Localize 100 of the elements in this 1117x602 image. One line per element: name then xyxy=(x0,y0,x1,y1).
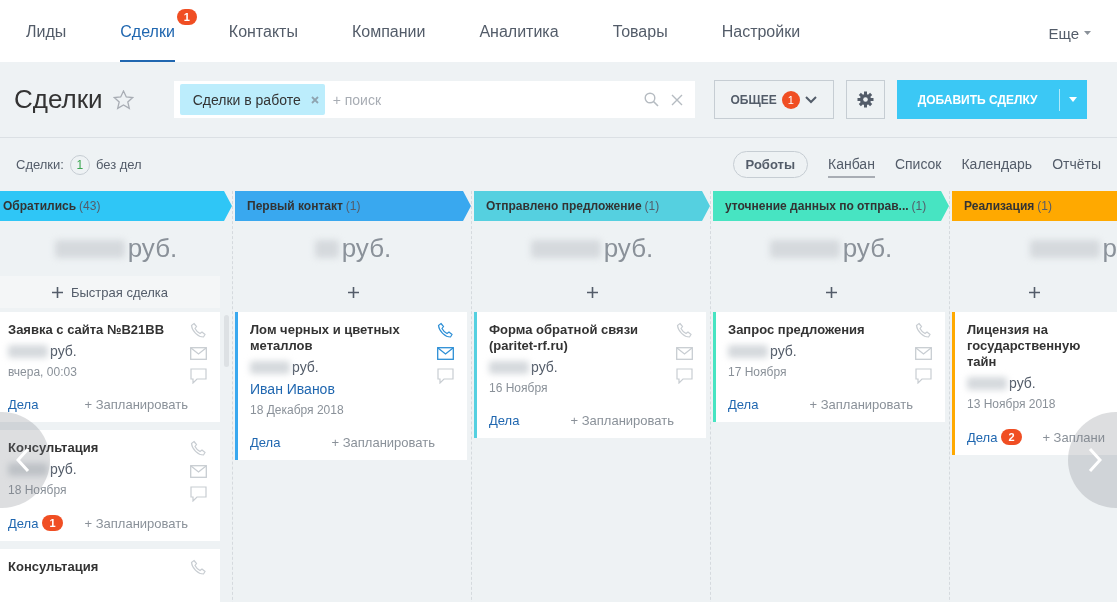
deal-date: 17 Ноября xyxy=(728,365,788,379)
chat-icon[interactable] xyxy=(189,368,207,384)
notification-badge: 1 xyxy=(42,515,63,531)
close-icon[interactable] xyxy=(670,93,683,106)
caret-icon[interactable] xyxy=(1069,97,1078,102)
phone-icon[interactable] xyxy=(189,322,207,339)
nav-tab[interactable]: Лиды xyxy=(26,0,67,62)
contact-link[interactable]: Иван Иванов xyxy=(250,381,435,397)
blurred-amount xyxy=(728,344,768,358)
phone-icon[interactable] xyxy=(675,322,693,339)
deal-title[interactable]: Консультация xyxy=(8,559,188,575)
plus-icon xyxy=(51,286,63,298)
activities-link[interactable]: Дела xyxy=(250,435,281,450)
activities-link[interactable]: Дела 2 xyxy=(967,429,1022,445)
view-tab[interactable]: Канбан xyxy=(828,151,875,178)
column-count: (1) xyxy=(644,199,660,213)
nav-tab[interactable]: Контакты xyxy=(228,0,298,62)
phone-icon[interactable] xyxy=(914,322,932,339)
more-menu[interactable]: Еще xyxy=(1048,0,1091,62)
blurred-amount xyxy=(769,239,840,258)
blurred-amount xyxy=(8,344,48,358)
view-tab[interactable]: Отчёты xyxy=(1052,151,1101,178)
column-sum: руб. xyxy=(341,233,392,264)
close-icon[interactable] xyxy=(310,95,319,104)
mail-icon[interactable] xyxy=(436,347,454,360)
mail-icon[interactable] xyxy=(675,347,693,360)
deal-date: 18 Декабря 2018 xyxy=(250,403,345,417)
mail-icon[interactable] xyxy=(189,465,207,478)
phone-icon[interactable] xyxy=(436,322,454,339)
column-sum: р xyxy=(1102,233,1117,264)
column-header[interactable]: Первый контакт (1) xyxy=(235,191,471,221)
blurred-amount xyxy=(1029,239,1100,258)
activities-link[interactable]: Дела xyxy=(489,413,520,428)
robots-button[interactable]: Роботы xyxy=(732,151,808,178)
chat-icon[interactable] xyxy=(189,486,207,502)
nav-tab[interactable]: Компании xyxy=(351,0,426,62)
nav-tab[interactable]: Товары xyxy=(612,0,668,62)
phone-icon[interactable] xyxy=(189,440,207,457)
notification-badge: 2 xyxy=(1001,429,1022,445)
settings-button[interactable] xyxy=(845,80,885,119)
phone-icon[interactable] xyxy=(189,559,207,576)
notification-badge: 1 xyxy=(176,9,197,25)
blurred-amount xyxy=(530,239,601,258)
deal-card[interactable]: Консультация руб. 18 Ноября Дела 1 + Запланировать xyxy=(0,430,220,541)
column-header[interactable]: уточнение данных по отправ... (1) xyxy=(713,191,949,221)
chevron-down-icon xyxy=(804,95,817,104)
deal-card[interactable]: Лом черных и цветных металлов руб. Иван Иванов 18 Декабря 2018 Дела + Запланировать xyxy=(235,312,467,460)
deal-title[interactable]: Запрос предложения xyxy=(728,322,913,338)
blurred-amount xyxy=(489,360,529,374)
deal-amount: руб. xyxy=(770,343,797,359)
nav-tab[interactable]: Аналитика xyxy=(479,0,559,62)
deal-card[interactable]: Заявка с сайта №B21BB руб. вчера, 00:03 Дела + Запланировать xyxy=(0,312,220,422)
deal-card[interactable]: Консультация xyxy=(0,549,220,602)
view-tab[interactable]: Список xyxy=(894,151,942,178)
column-count: (1) xyxy=(345,199,361,213)
blurred-amount xyxy=(314,239,339,258)
filter-chip[interactable]: Сделки в работе xyxy=(179,84,325,115)
deal-title[interactable]: Лом черных и цветных металлов xyxy=(250,322,435,354)
deal-amount: руб. xyxy=(50,343,77,359)
deal-title[interactable]: Консультация xyxy=(8,440,188,456)
column-sum: руб. xyxy=(603,233,654,264)
activities-link[interactable]: Дела 1 xyxy=(8,515,63,531)
deal-amount: руб. xyxy=(50,461,77,477)
column-header[interactable]: Реализация (1) xyxy=(952,191,1117,221)
column-header[interactable]: Отправлено предложение (1) xyxy=(474,191,710,221)
chat-icon[interactable] xyxy=(914,368,932,384)
blurred-amount xyxy=(8,462,48,476)
search-icon[interactable] xyxy=(643,92,659,107)
blurred-amount xyxy=(250,360,290,374)
chevron-right-icon xyxy=(1088,447,1102,473)
deal-date: 16 Ноября xyxy=(489,381,549,395)
nav-tab[interactable]: Настройки xyxy=(721,0,801,62)
star-icon[interactable] xyxy=(112,89,134,110)
page-title: Сделки xyxy=(14,84,103,115)
deal-title[interactable]: Форма обратной связи (paritet-rf.ru) xyxy=(489,322,674,354)
preset-dropdown[interactable]: ОБЩЕЕ 1 xyxy=(713,80,834,119)
deal-title[interactable]: Заявка с сайта №B21BB xyxy=(8,322,188,338)
quick-deal-button[interactable]: Быстрая сделка xyxy=(0,276,220,308)
column-title: уточнение данных по отправ... xyxy=(725,199,909,213)
deal-card[interactable]: Форма обратной связи (paritet-rf.ru) руб. 16 Ноября Дела + Запланировать xyxy=(474,312,706,438)
caret-icon xyxy=(1084,31,1091,35)
activities-link[interactable]: Дела xyxy=(8,397,39,412)
deal-card[interactable]: Запрос предложения руб. 17 Ноября Дела + Запланировать xyxy=(713,312,945,422)
column-header[interactable]: Обратились (43) xyxy=(0,191,232,221)
mail-icon[interactable] xyxy=(914,347,932,360)
plus-icon xyxy=(586,286,598,298)
deal-title[interactable]: Лицензия на государственную тайн xyxy=(967,322,1105,370)
deal-amount: руб. xyxy=(531,359,558,375)
deal-card[interactable]: Лицензия на государственную тайн руб. 13 Ноября 2018 Дела 2 + Заплани xyxy=(952,312,1117,455)
plus-icon xyxy=(825,286,837,298)
counter-label: Сделки: xyxy=(16,157,64,172)
activities-link[interactable]: Дела xyxy=(728,397,759,412)
blurred-amount xyxy=(967,376,1007,390)
chat-icon[interactable] xyxy=(675,368,693,384)
mail-icon[interactable] xyxy=(189,347,207,360)
deal-amount: руб. xyxy=(292,359,319,375)
view-tab[interactable]: Календарь xyxy=(961,151,1033,178)
column-sum: руб. xyxy=(842,233,893,264)
chat-icon[interactable] xyxy=(436,368,454,384)
search-field[interactable]: Сделки в работе + поиск xyxy=(173,81,695,118)
